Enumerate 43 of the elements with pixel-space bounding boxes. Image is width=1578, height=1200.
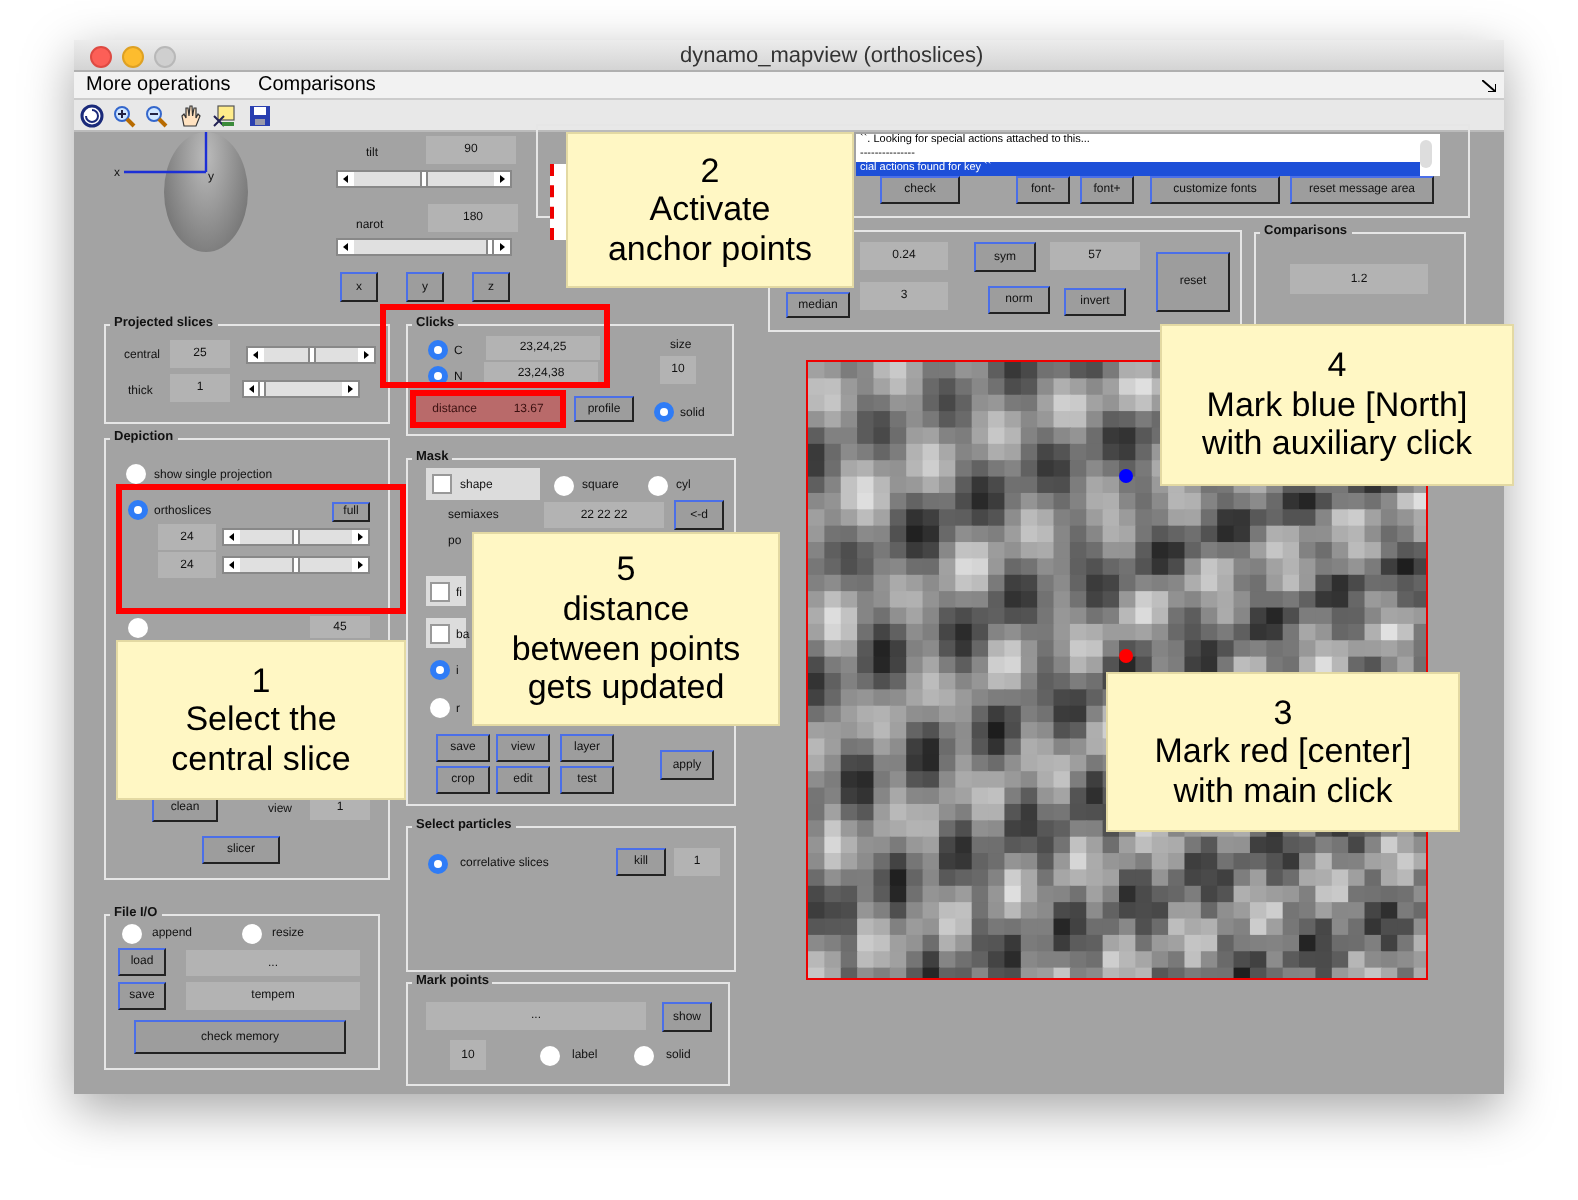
right-arrow-icon[interactable] — [342, 382, 358, 396]
slider-thumb[interactable] — [292, 530, 300, 544]
resize-arrow-icon[interactable] — [1482, 80, 1496, 92]
data-cursor-icon[interactable] — [212, 104, 236, 128]
left-arrow-icon[interactable] — [224, 530, 240, 544]
slider[interactable] — [222, 556, 370, 574]
window-title: dynamo_mapview (orthoslices) — [680, 44, 984, 68]
checkbox[interactable] — [432, 474, 452, 494]
left-arrow-icon[interactable] — [338, 172, 354, 186]
right-arrow-icon[interactable] — [352, 558, 368, 572]
annotation-callout: 5 distance between points gets updated — [472, 532, 780, 726]
zoom-in-icon[interactable] — [112, 104, 136, 128]
right-arrow-icon[interactable] — [358, 348, 374, 362]
slider-thumb[interactable] — [420, 172, 428, 186]
menu-item[interactable]: More operations — [86, 74, 231, 96]
left-arrow-icon[interactable] — [338, 240, 354, 254]
annotation-callout: 1 Select the central slice — [116, 640, 406, 800]
checkbox[interactable] — [430, 582, 450, 602]
left-arrow-icon[interactable] — [248, 348, 264, 362]
slider[interactable] — [222, 528, 370, 546]
slider[interactable] — [336, 238, 512, 256]
annotation-callout: 2 Activate anchor points — [566, 132, 854, 288]
zoom-out-icon[interactable] — [144, 104, 168, 128]
rotate-icon[interactable] — [80, 104, 104, 128]
right-arrow-icon[interactable] — [494, 172, 510, 186]
slider-thumb[interactable] — [485, 240, 494, 254]
axes-icon — [124, 132, 208, 174]
checkbox[interactable] — [430, 624, 450, 644]
annotation-callout: 4 Mark blue [North] with auxiliary click — [1160, 324, 1514, 486]
slider-thumb[interactable] — [307, 348, 315, 362]
left-arrow-icon[interactable] — [224, 558, 240, 572]
slider-thumb[interactable] — [292, 558, 300, 572]
right-arrow-icon[interactable] — [494, 240, 510, 254]
save-icon[interactable] — [248, 104, 272, 128]
menu-item[interactable]: Comparisons — [258, 74, 376, 96]
hand-icon[interactable] — [178, 104, 202, 128]
right-arrow-icon[interactable] — [352, 530, 368, 544]
slider-thumb[interactable] — [257, 382, 266, 396]
scrollbar-thumb[interactable] — [1420, 140, 1432, 168]
annotation-callout: 3 Mark red [center] with main click — [1106, 672, 1460, 832]
slider[interactable] — [246, 346, 376, 364]
slider[interactable] — [242, 380, 360, 398]
slider[interactable] — [336, 170, 512, 188]
